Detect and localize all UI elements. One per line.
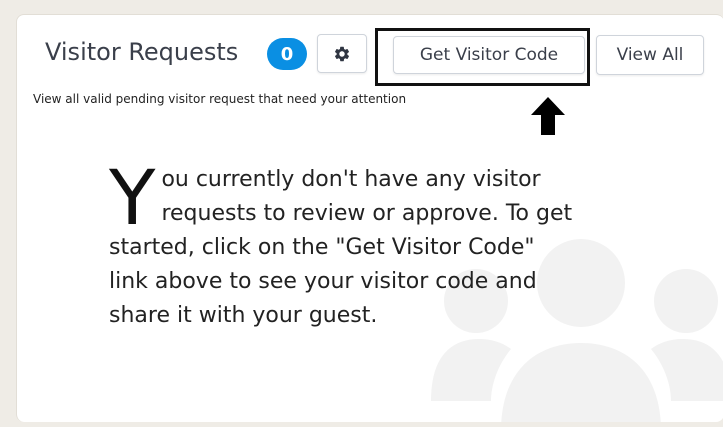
visitor-requests-card: Visitor Requests 0 Get Visitor Code View… [16, 14, 723, 422]
highlight-box [375, 28, 590, 86]
request-count-badge: 0 [267, 38, 307, 70]
gear-icon [334, 46, 350, 61]
empty-state-line-2: requests to review or approve. To get [161, 201, 573, 226]
arrow-up-icon [531, 97, 565, 135]
empty-state-line-4: link above to see your visitor code and [109, 269, 537, 294]
empty-state-line-5: share it with your guest. [109, 303, 378, 328]
card-subtitle: View all valid pending visitor request t… [33, 92, 407, 106]
view-all-button[interactable]: View All [596, 35, 704, 75]
card-title: Visitor Requests [45, 38, 239, 66]
empty-state-dropcap: Y [109, 153, 156, 242]
settings-button[interactable] [317, 34, 367, 73]
empty-state-line-1: ou currently don't have any visitor [161, 167, 541, 192]
empty-state-line-3: started, click on the "Get Visitor Code" [109, 235, 535, 260]
empty-state-message: Y ou currently don't have any visitor re… [109, 153, 649, 333]
